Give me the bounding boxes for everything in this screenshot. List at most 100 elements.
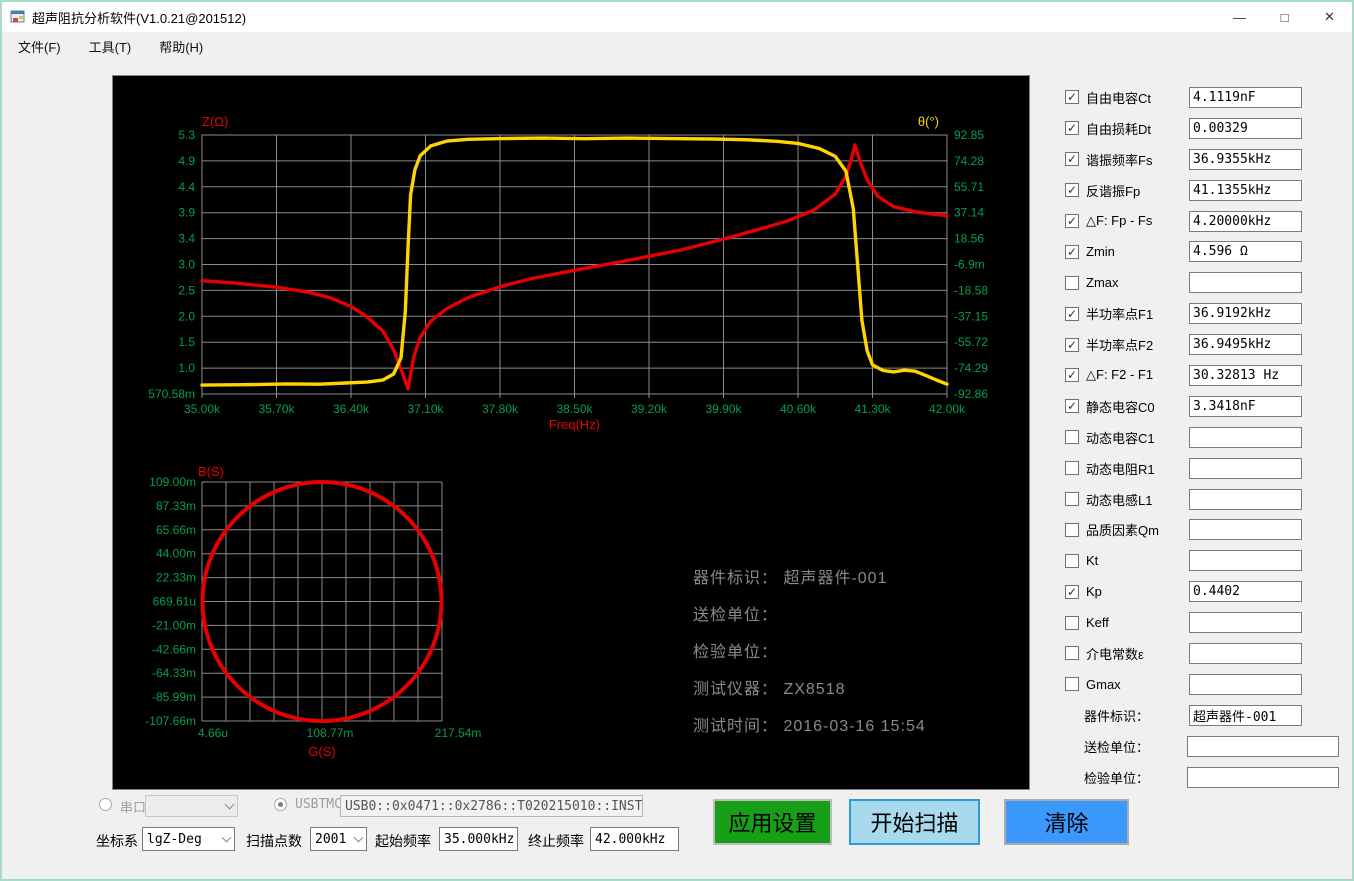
result-row: ✓ △F: F2 - F1 xyxy=(1030,360,1352,391)
checkbox-checked[interactable]: ✓ xyxy=(1065,584,1079,599)
checkbox-unchecked[interactable] xyxy=(1065,615,1079,630)
apply-settings-button[interactable]: 应用设置 xyxy=(713,799,832,845)
checkbox-checked[interactable]: ✓ xyxy=(1065,214,1079,228)
y-left-tick: 5.3 xyxy=(178,128,195,142)
start-freq-input[interactable] xyxy=(439,827,518,851)
checkbox-checked[interactable]: ✓ xyxy=(1065,121,1079,136)
result-row: 品质因素Qm xyxy=(1030,514,1352,545)
sweep-points-combo[interactable]: 2001 xyxy=(310,827,367,851)
x-tick: 42.00k xyxy=(929,402,966,416)
result-row: 介电常数ε xyxy=(1030,638,1352,669)
menu-help[interactable]: 帮助(H) xyxy=(149,32,213,61)
result-value-field[interactable] xyxy=(1189,179,1302,201)
clear-button[interactable]: 清除 xyxy=(1004,799,1129,845)
checkbox-unchecked[interactable] xyxy=(1065,522,1079,537)
result-value-field[interactable] xyxy=(1189,519,1302,541)
close-button[interactable]: ✕ xyxy=(1307,2,1352,32)
result-value-field[interactable] xyxy=(1189,86,1302,108)
id-field-label: 送检单位： xyxy=(1084,739,1150,755)
result-value-field[interactable] xyxy=(1189,272,1302,294)
y-left-tick: 2.0 xyxy=(178,309,195,323)
result-row: ✓ 反谐振Fp xyxy=(1030,175,1352,206)
y-right-tick: -92.86 xyxy=(954,387,988,401)
checkbox-checked[interactable]: ✓ xyxy=(1065,368,1079,383)
y-right-tick: -74.29 xyxy=(954,361,988,375)
result-value-field[interactable] xyxy=(1189,550,1302,572)
checkbox-unchecked[interactable] xyxy=(1065,430,1079,445)
start-scan-button[interactable]: 开始扫描 xyxy=(849,799,980,845)
id-field-input[interactable] xyxy=(1187,766,1339,788)
coord-system-combo[interactable]: lgZ-Deg xyxy=(142,827,235,851)
result-value-field[interactable] xyxy=(1189,395,1302,417)
menu-bar: 文件(F) 工具(T) 帮助(H) xyxy=(2,32,1352,60)
checkbox-checked[interactable]: ✓ xyxy=(1065,152,1079,167)
result-row: 动态电阻R1 xyxy=(1030,453,1352,484)
menu-file[interactable]: 文件(F) xyxy=(8,32,71,61)
result-value-field[interactable] xyxy=(1189,581,1302,603)
result-value-field[interactable] xyxy=(1189,642,1302,664)
checkbox-unchecked[interactable] xyxy=(1065,492,1079,507)
serial-port-combo[interactable] xyxy=(145,795,238,817)
coord-system-label: 坐标系 xyxy=(96,833,138,849)
bottom-bar: 串口 USBTMC USB0::0x0471::0x2786::T0202150… xyxy=(2,790,1352,879)
b-axis-tick: -21.00m xyxy=(152,618,196,632)
b-axis-tick: 87.33m xyxy=(156,499,196,513)
result-value-field[interactable] xyxy=(1189,210,1302,232)
window-title: 超声阻抗分析软件(V1.0.21@201512) xyxy=(32,10,247,26)
x-tick: 36.40k xyxy=(333,402,370,416)
y-left-tick: 3.0 xyxy=(178,258,195,272)
result-row: 动态电感L1 xyxy=(1030,484,1352,515)
y-left-tick: 3.9 xyxy=(178,206,195,220)
g-axis-tick: 217.54m xyxy=(435,726,482,740)
checkbox-unchecked[interactable] xyxy=(1065,553,1079,568)
x-tick: 35.70k xyxy=(258,402,295,416)
id-field-input[interactable] xyxy=(1189,704,1302,726)
result-value-field[interactable] xyxy=(1189,148,1302,170)
result-value-field[interactable] xyxy=(1189,334,1302,356)
result-row: ✓ 自由电容Ct xyxy=(1030,82,1352,113)
checkbox-unchecked[interactable] xyxy=(1065,646,1079,661)
result-value-field[interactable] xyxy=(1189,426,1302,448)
chevron-down-icon xyxy=(221,832,232,842)
coord-system-value: lgZ-Deg xyxy=(147,831,202,847)
y-left-tick: 1.0 xyxy=(178,361,195,375)
y-left-tick: 2.5 xyxy=(178,283,195,297)
id-field-row: 器件标识： xyxy=(1030,700,1352,731)
result-value-field[interactable] xyxy=(1189,612,1302,634)
checkbox-unchecked[interactable] xyxy=(1065,461,1079,476)
result-value-field[interactable] xyxy=(1189,673,1302,695)
result-value-field[interactable] xyxy=(1189,364,1302,386)
checkbox-checked[interactable]: ✓ xyxy=(1065,306,1079,321)
checkbox-checked[interactable]: ✓ xyxy=(1065,399,1079,414)
y-left-tick: 570.58m xyxy=(148,387,195,401)
result-value-field[interactable] xyxy=(1189,303,1302,325)
menu-tools[interactable]: 工具(T) xyxy=(79,32,142,61)
checkbox-checked[interactable]: ✓ xyxy=(1065,90,1079,105)
result-value-field[interactable] xyxy=(1189,241,1302,263)
usbtmc-radio[interactable] xyxy=(274,798,287,811)
serial-radio-label: 串口 xyxy=(120,800,147,815)
usbtmc-address-combo[interactable]: USB0::0x0471::0x2786::T020215010::INSTR xyxy=(340,795,643,817)
stop-freq-label: 终止频率 xyxy=(528,833,584,849)
maximize-button[interactable]: □ xyxy=(1262,2,1307,32)
result-value-field[interactable] xyxy=(1189,488,1302,510)
result-value-field[interactable] xyxy=(1189,117,1302,139)
result-row: ✓ 半功率点F2 xyxy=(1030,329,1352,360)
stop-freq-input[interactable] xyxy=(590,827,679,851)
id-field-input[interactable] xyxy=(1187,735,1339,757)
minimize-button[interactable]: — xyxy=(1217,2,1262,32)
checkbox-unchecked[interactable] xyxy=(1065,275,1079,290)
checkbox-checked[interactable]: ✓ xyxy=(1065,244,1079,259)
b-axis-tick: -42.66m xyxy=(152,642,196,656)
serial-radio[interactable] xyxy=(99,798,112,811)
id-field-row: 检验单位： xyxy=(1030,762,1352,793)
checkbox-checked[interactable]: ✓ xyxy=(1065,337,1079,352)
id-field-label: 器件标识： xyxy=(1084,708,1150,724)
checkbox-unchecked[interactable] xyxy=(1065,677,1079,692)
result-row: Gmax xyxy=(1030,669,1352,700)
result-row: Zmax xyxy=(1030,267,1352,298)
checkbox-checked[interactable]: ✓ xyxy=(1065,183,1079,198)
result-value-field[interactable] xyxy=(1189,457,1302,479)
usbtmc-address-value: USB0::0x0471::0x2786::T020215010::INSTR xyxy=(345,798,643,814)
freq-axis-title: Freq(Hz) xyxy=(549,417,600,432)
